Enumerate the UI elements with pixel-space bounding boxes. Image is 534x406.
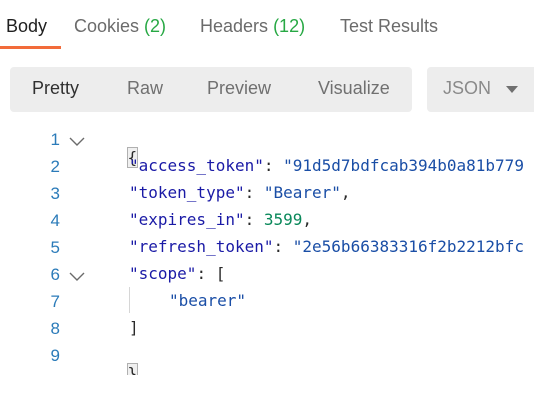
json-key: "scope" — [129, 264, 197, 283]
json-key: "token_type" — [129, 183, 245, 202]
json-colon: : — [244, 183, 264, 202]
json-line: "expires_in": 3599, — [129, 210, 312, 229]
json-number-value: 3599 — [263, 210, 303, 229]
json-key: "access_token" — [129, 156, 264, 175]
response-body-viewer[interactable]: 1 2 3 4 5 6 7 8 9 { "access_token": "91d… — [0, 125, 534, 375]
open-bracket: [ — [215, 264, 226, 283]
json-key: "refresh_token" — [129, 237, 274, 256]
json-line: ] — [129, 318, 139, 337]
format-select-value: JSON — [443, 78, 492, 98]
tab-test-results[interactable]: Test Results — [340, 16, 438, 37]
raw-button[interactable]: Raw — [127, 78, 163, 99]
visualize-button[interactable]: Visualize — [318, 78, 390, 99]
json-colon: : — [263, 156, 284, 175]
line-number: 4 — [50, 211, 60, 230]
json-colon: : — [244, 210, 264, 229]
line-number: 8 — [50, 319, 60, 338]
line-number: 6 — [50, 265, 60, 284]
format-select[interactable]: JSON — [427, 67, 534, 112]
json-key: "expires_in" — [129, 210, 245, 229]
tab-headers[interactable]: Headers (12) — [200, 16, 305, 37]
indent-guide — [129, 287, 130, 313]
json-line: } — [89, 345, 139, 375]
chevron-down-icon — [506, 86, 518, 93]
tab-headers-count: (12) — [273, 16, 306, 36]
tab-cookies-label: Cookies — [74, 16, 140, 36]
json-line: "scope": [ — [129, 264, 225, 283]
fold-chevron-icon[interactable] — [68, 268, 86, 287]
tab-body[interactable]: Body — [6, 16, 47, 37]
json-line: "refresh_token": "2e56b66383316f2b2212bf… — [129, 237, 524, 256]
json-comma: , — [302, 210, 313, 229]
view-mode-bar: Pretty Raw Preview Visualize — [10, 67, 412, 112]
tab-body-label: Body — [6, 16, 48, 36]
line-number: 7 — [50, 292, 60, 311]
line-number: 9 — [50, 346, 60, 365]
tab-cookies-count: (2) — [144, 16, 167, 36]
preview-button[interactable]: Preview — [207, 78, 271, 99]
tab-headers-label: Headers — [200, 16, 269, 36]
response-tabs: Body Cookies (2) Headers (12) Test Resul… — [0, 0, 534, 50]
json-string-value: "91d5d7bdfcab394b0a81b779 — [283, 156, 524, 175]
tab-cookies[interactable]: Cookies (2) — [74, 16, 166, 37]
json-string-value: "bearer" — [169, 291, 247, 310]
pretty-button[interactable]: Pretty — [32, 78, 79, 99]
json-line: "access_token": "91d5d7bdfcab394b0a81b77… — [129, 156, 524, 175]
json-colon: : — [273, 237, 293, 256]
json-string-value: "Bearer" — [263, 183, 341, 202]
json-comma: , — [340, 183, 351, 202]
line-number: 5 — [50, 238, 60, 257]
close-bracket: ] — [129, 318, 139, 337]
line-number: 2 — [50, 157, 60, 176]
tab-test-results-label: Test Results — [340, 16, 439, 36]
json-line: "token_type": "Bearer", — [129, 183, 351, 202]
line-number: 3 — [50, 184, 60, 203]
active-tab-indicator — [0, 46, 61, 49]
close-brace: } — [126, 363, 139, 375]
json-line: "bearer" — [169, 291, 246, 310]
fold-chevron-icon[interactable] — [68, 133, 86, 152]
line-number: 1 — [50, 130, 60, 149]
json-string-value: "2e56b66383316f2b2212bfc — [292, 237, 524, 256]
json-colon: : — [196, 264, 216, 283]
